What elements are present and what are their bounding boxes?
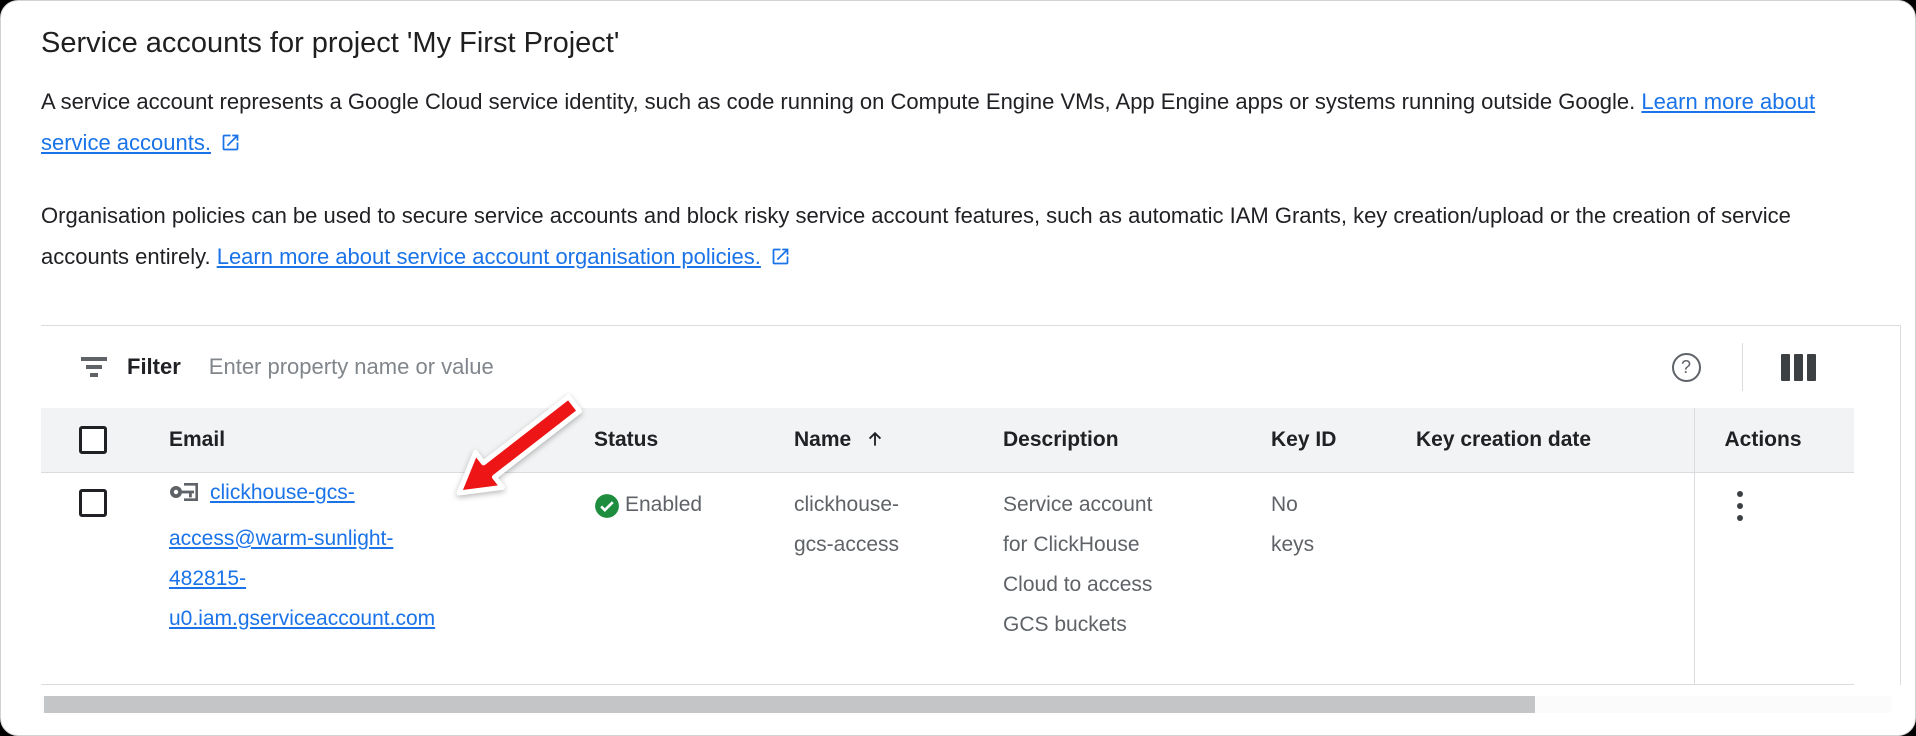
column-header-description[interactable]: Description [1003,408,1271,472]
service-accounts-page: Service accounts for project 'My First P… [0,0,1916,736]
intro-text: A service account represents a Google Cl… [41,89,1635,114]
service-account-key-icon [169,479,201,519]
service-account-email-link[interactable]: clickhouse-gcs- access@warm-sunlight- 48… [169,481,435,630]
table-row: clickhouse-gcs- access@warm-sunlight- 48… [41,472,1854,684]
status-cell: Enabled [594,472,794,684]
column-header-email[interactable]: Email [169,408,594,472]
filter-icon [79,356,109,378]
name-cell: clickhouse- gcs-access [794,472,1003,684]
service-accounts-table: Email Status Name Description Key ID Key… [41,408,1854,685]
row-checkbox[interactable] [79,489,107,517]
status-text: Enabled [625,485,702,525]
actions-kebab-icon [1737,491,1743,497]
key-creation-date-cell [1416,472,1694,684]
filter-input[interactable] [207,353,1664,381]
select-all-checkbox[interactable] [79,426,107,454]
external-link-icon [770,246,791,267]
filter-button[interactable]: Filter [79,354,181,380]
table-header-row: Email Status Name Description Key ID Key… [41,408,1854,472]
key-id-cell: No keys [1271,472,1416,684]
column-display-icon [1781,354,1790,381]
row-actions-button[interactable] [1735,489,1745,523]
description-cell: Service account for ClickHouse Cloud to … [1003,472,1271,684]
column-header-status[interactable]: Status [594,408,794,472]
actions-cell [1694,472,1854,684]
filter-label: Filter [127,354,181,380]
help-icon: ? [1672,353,1701,382]
learn-more-org-policies-link[interactable]: Learn more about service account organis… [217,244,791,269]
org-policy-paragraph: Organisation policies can be used to sec… [41,195,1875,277]
page-title: Service accounts for project 'My First P… [41,25,1875,61]
column-header-name[interactable]: Name [794,408,1003,472]
column-header-actions: Actions [1694,408,1854,472]
status-enabled-icon [594,493,620,519]
column-header-key-id[interactable]: Key ID [1271,408,1416,472]
column-display-button[interactable] [1781,354,1816,381]
toolbar-divider [1742,343,1743,391]
sort-ascending-icon [865,429,885,449]
horizontal-scrollbar-thumb[interactable] [44,696,1535,713]
service-accounts-table-panel: Filter ? Email Status Name [41,325,1901,685]
column-header-key-creation-date[interactable]: Key creation date [1416,408,1694,472]
help-button[interactable]: ? [1664,345,1708,389]
external-link-icon [220,132,241,153]
intro-paragraph: A service account represents a Google Cl… [41,81,1875,163]
filter-bar: Filter ? [41,326,1900,408]
email-cell: clickhouse-gcs- access@warm-sunlight- 48… [169,472,594,684]
